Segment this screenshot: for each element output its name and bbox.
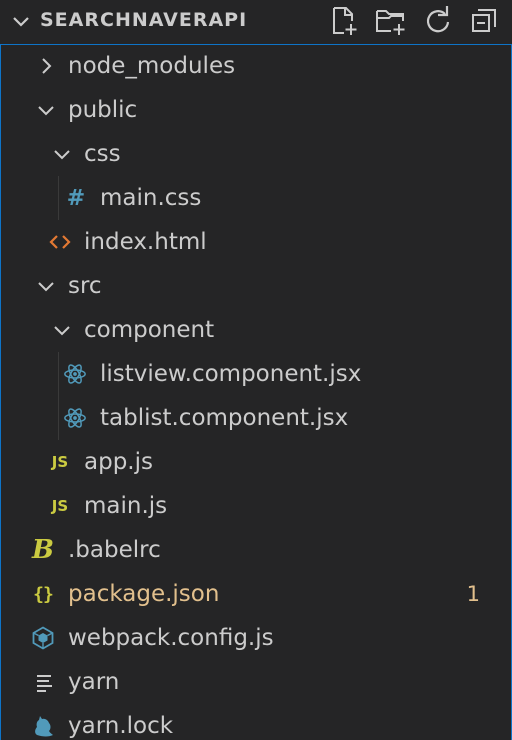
tree-item-label: package.json <box>68 581 220 607</box>
tree-item-label: main.js <box>84 493 168 519</box>
tree-item-package-json[interactable]: {} package.json 1 <box>0 572 512 616</box>
new-file-icon[interactable] <box>327 4 361 38</box>
file-tree: node_modules public css # main.css index… <box>0 44 512 740</box>
tree-item-label: yarn <box>68 669 120 695</box>
react-icon <box>63 406 87 430</box>
babel-icon: B <box>32 535 54 565</box>
explorer-header[interactable]: SEARCHNAVERAPI <box>0 0 512 44</box>
indent-guide <box>58 396 59 440</box>
explorer-actions <box>327 4 502 38</box>
tree-item-yarn[interactable]: yarn <box>0 660 512 704</box>
chevron-down-icon <box>34 98 58 122</box>
indent-guide <box>58 352 59 396</box>
tree-item-main-css[interactable]: # main.css <box>0 176 512 220</box>
tree-item-label: node_modules <box>68 53 236 79</box>
tree-item-label: main.css <box>100 185 202 211</box>
chevron-down-icon <box>50 318 74 342</box>
tree-item-label: listview.component.jsx <box>100 361 362 387</box>
js-file-icon: JS <box>51 497 69 515</box>
tree-item-label: src <box>68 273 102 299</box>
tree-item-public[interactable]: public <box>0 88 512 132</box>
tree-item-main-js[interactable]: JS main.js <box>0 484 512 528</box>
tree-item-css[interactable]: css <box>0 132 512 176</box>
yarn-icon <box>31 714 55 738</box>
tree-item-listview-component[interactable]: listview.component.jsx <box>0 352 512 396</box>
react-icon <box>63 362 87 386</box>
tree-item-label: webpack.config.js <box>68 625 274 651</box>
refresh-icon[interactable] <box>421 4 455 38</box>
new-folder-icon[interactable] <box>374 4 408 38</box>
tree-item-webpack-config[interactable]: webpack.config.js <box>0 616 512 660</box>
chevron-down-icon[interactable] <box>10 10 32 32</box>
tree-item-src[interactable]: src <box>0 264 512 308</box>
explorer-panel: SEARCHNAVERAPI node_modules public css #… <box>0 0 512 740</box>
tree-item-node-modules[interactable]: node_modules <box>0 44 512 88</box>
webpack-icon <box>31 626 55 650</box>
js-file-icon: JS <box>51 453 69 471</box>
chevron-down-icon <box>50 142 74 166</box>
tree-item-label: .babelrc <box>68 537 161 563</box>
tree-item-app-js[interactable]: JS app.js <box>0 440 512 484</box>
chevron-down-icon <box>34 274 58 298</box>
tree-item-component[interactable]: component <box>0 308 512 352</box>
css-file-icon: # <box>66 185 86 211</box>
tree-item-index-html[interactable]: index.html <box>0 220 512 264</box>
tree-item-label: index.html <box>84 229 207 255</box>
text-file-icon <box>33 670 57 694</box>
tree-item-label: tablist.component.jsx <box>100 405 349 431</box>
tree-item-label: component <box>84 317 215 343</box>
tree-item-label: app.js <box>84 449 153 475</box>
tree-item-babelrc[interactable]: B .babelrc <box>0 528 512 572</box>
html-file-icon <box>48 230 72 254</box>
json-file-icon: {} <box>33 583 54 605</box>
chevron-right-icon <box>34 54 58 78</box>
indent-guide <box>58 176 59 220</box>
tree-item-yarn-lock[interactable]: yarn.lock <box>0 704 512 740</box>
tree-item-tablist-component[interactable]: tablist.component.jsx <box>0 396 512 440</box>
problem-count-badge: 1 <box>466 582 480 606</box>
tree-item-label: css <box>84 141 121 167</box>
tree-item-label: yarn.lock <box>68 713 174 739</box>
tree-item-label: public <box>68 97 138 123</box>
collapse-all-icon[interactable] <box>468 4 502 38</box>
workspace-title: SEARCHNAVERAPI <box>40 9 248 31</box>
